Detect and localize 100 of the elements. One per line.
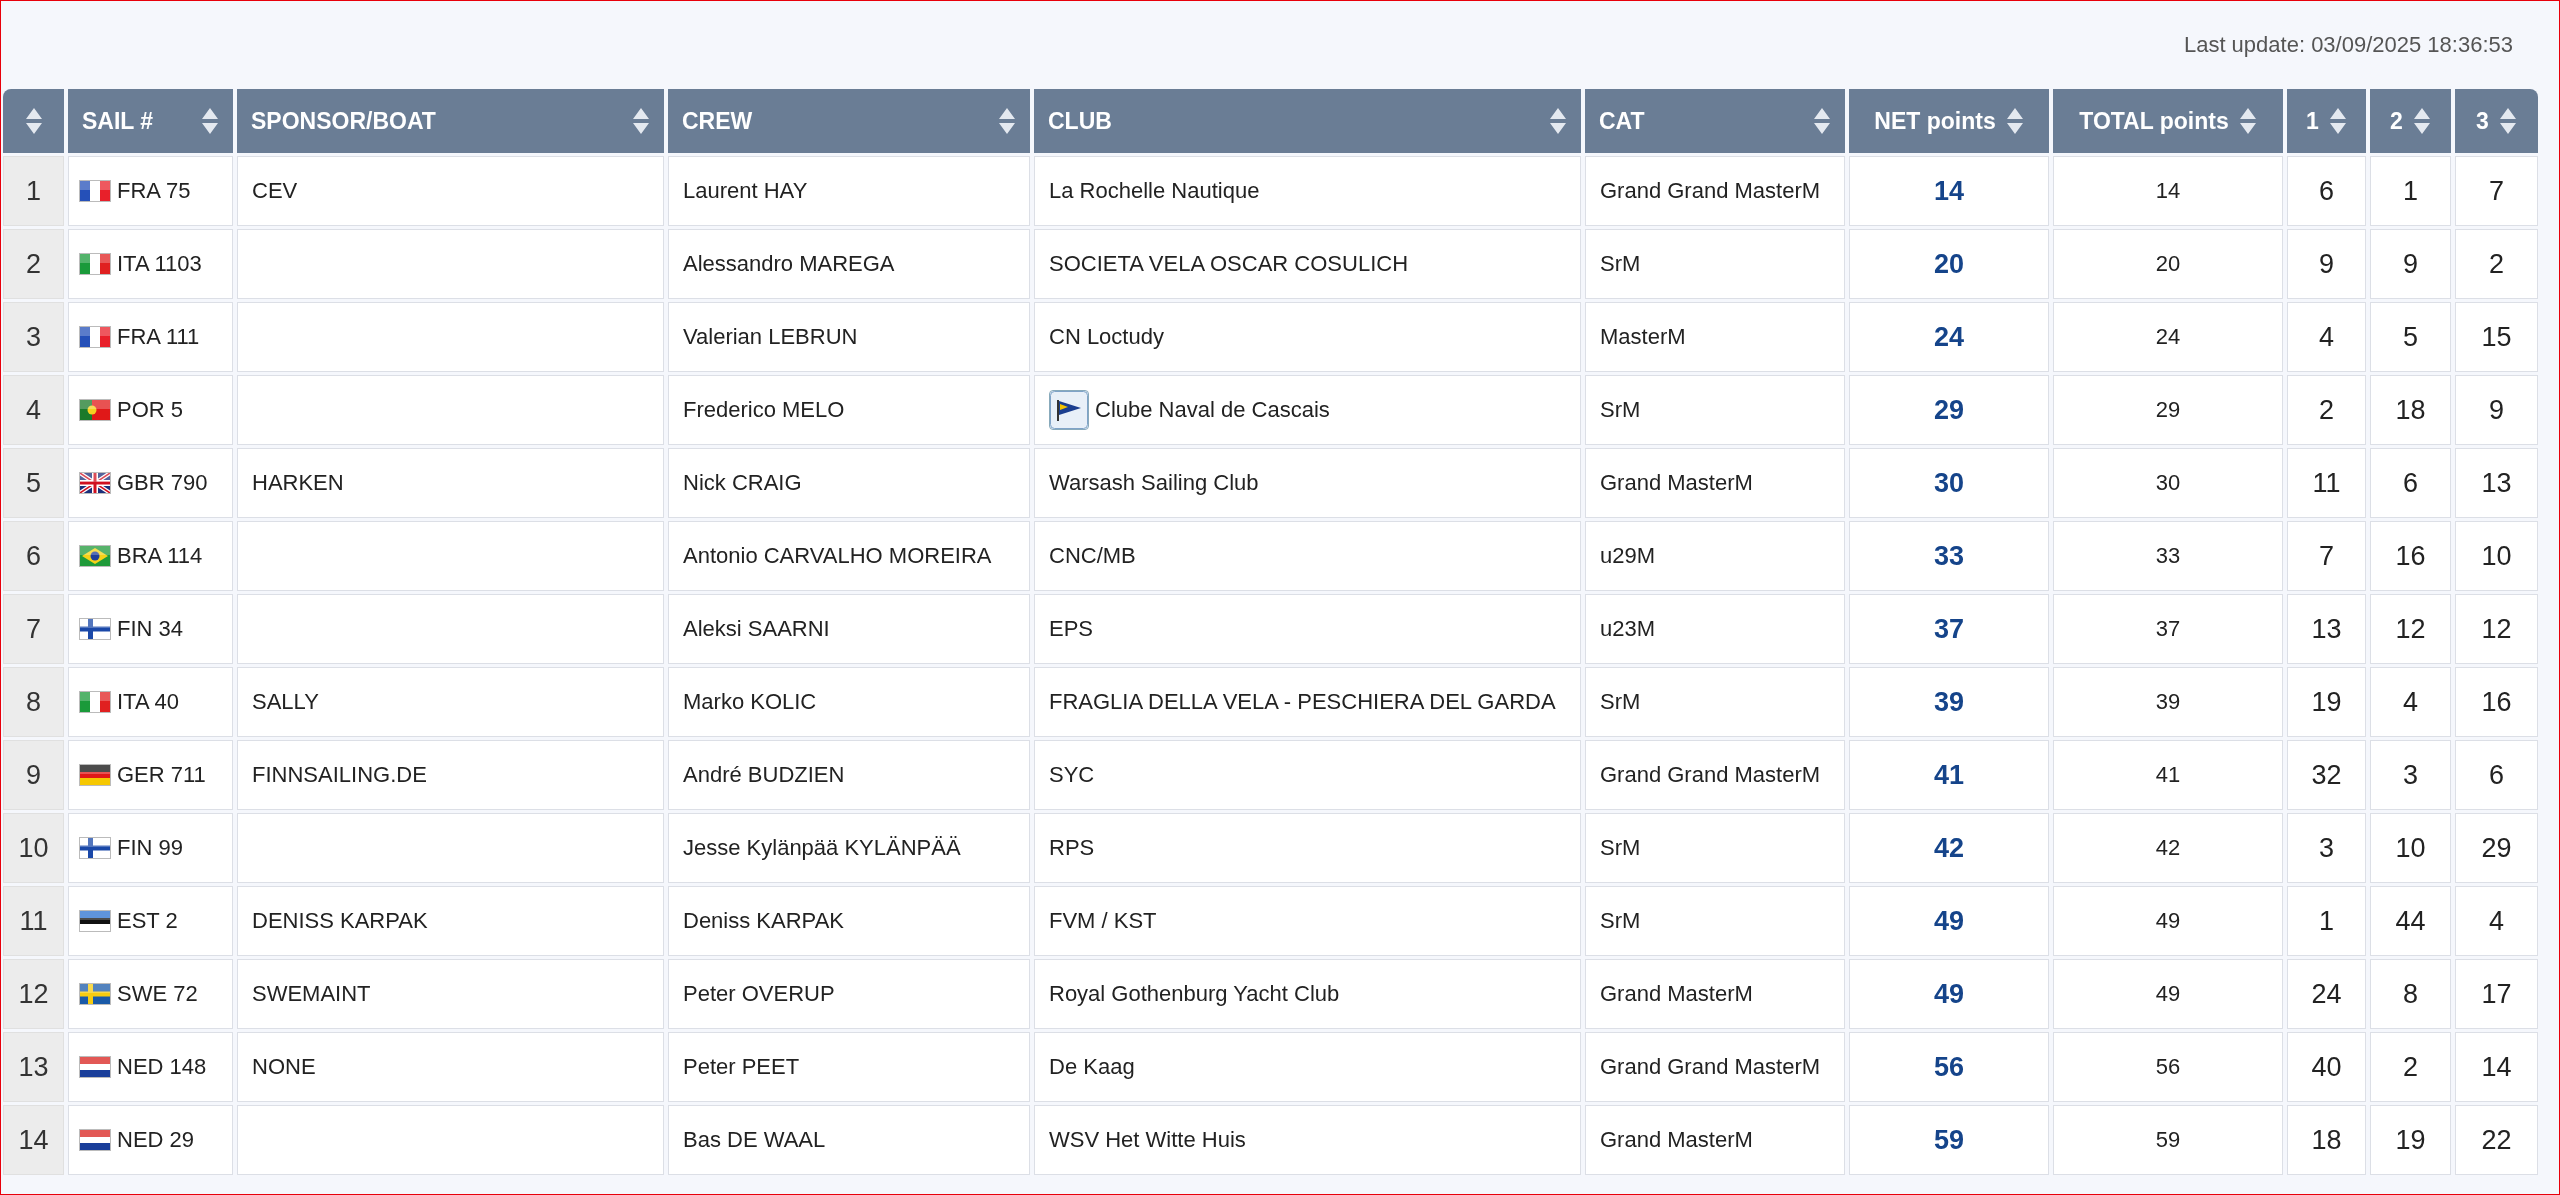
sort-icon[interactable] [998, 107, 1016, 135]
net-points-cell: 49 [1849, 959, 2049, 1029]
crew-cell: Bas DE WAAL [668, 1105, 1030, 1175]
race-score-cell: 2 [2370, 1032, 2451, 1102]
last-update-text: Last update: 03/09/2025 18:36:53 [2183, 32, 2513, 58]
column-header[interactable]: 2 [2370, 89, 2451, 153]
net-points-cell: 42 [1849, 813, 2049, 883]
rank-cell: 14 [3, 1105, 64, 1175]
race-score-cell: 2 [2455, 229, 2538, 299]
rank-cell: 3 [3, 302, 64, 372]
club-cell: EPS [1034, 594, 1581, 664]
column-header[interactable]: NET points [1849, 89, 2049, 153]
race-score-cell: 9 [2370, 229, 2451, 299]
crew-cell: Aleksi SAARNI [668, 594, 1030, 664]
race-score-cell: 4 [2287, 302, 2366, 372]
rank-cell: 13 [3, 1032, 64, 1102]
column-header[interactable]: SPONSOR/BOAT [237, 89, 664, 153]
total-points-cell: 42 [2053, 813, 2283, 883]
race-score-cell: 22 [2455, 1105, 2538, 1175]
total-points-cell: 20 [2053, 229, 2283, 299]
sail-number-cell: GER 711 [68, 740, 233, 810]
flag-icon [79, 545, 111, 567]
total-points-cell: 49 [2053, 959, 2283, 1029]
flag-icon [79, 618, 111, 640]
total-points-cell: 33 [2053, 521, 2283, 591]
sail-number-cell: EST 2 [68, 886, 233, 956]
column-header[interactable]: 1 [2287, 89, 2366, 153]
race-score-cell: 4 [2455, 886, 2538, 956]
race-score-cell: 12 [2455, 594, 2538, 664]
sail-number-cell: ITA 40 [68, 667, 233, 737]
flag-icon [79, 180, 111, 202]
category-cell: u23M [1585, 594, 1845, 664]
race-score-cell: 32 [2287, 740, 2366, 810]
race-score-cell: 6 [2455, 740, 2538, 810]
race-score-cell: 16 [2370, 521, 2451, 591]
race-score-cell: 1 [2287, 886, 2366, 956]
race-score-cell: 3 [2370, 740, 2451, 810]
sort-icon[interactable] [2328, 107, 2347, 135]
category-cell: Grand Grand MasterM [1585, 156, 1845, 226]
total-points-cell: 49 [2053, 886, 2283, 956]
sponsor-cell: CEV [237, 156, 664, 226]
rank-cell: 1 [3, 156, 64, 226]
net-points-cell: 24 [1849, 302, 2049, 372]
category-cell: Grand Grand MasterM [1585, 740, 1845, 810]
club-cell: CN Loctudy [1034, 302, 1581, 372]
category-cell: MasterM [1585, 302, 1845, 372]
race-score-cell: 29 [2455, 813, 2538, 883]
total-points-cell: 59 [2053, 1105, 2283, 1175]
sort-icon[interactable] [2238, 107, 2257, 135]
club-cell: Warsash Sailing Club [1034, 448, 1581, 518]
column-header[interactable]: CAT [1585, 89, 1845, 153]
race-score-cell: 3 [2287, 813, 2366, 883]
column-header[interactable]: SAIL # [68, 89, 233, 153]
club-cell: SOCIETA VELA OSCAR COSULICH [1034, 229, 1581, 299]
sort-icon[interactable] [632, 107, 650, 135]
sail-number-cell: GBR 790 [68, 448, 233, 518]
sort-icon[interactable] [1549, 107, 1567, 135]
race-score-cell: 4 [2370, 667, 2451, 737]
race-score-cell: 12 [2370, 594, 2451, 664]
column-header[interactable]: TOTAL points [2053, 89, 2283, 153]
sail-number-cell: NED 29 [68, 1105, 233, 1175]
crew-cell: André BUDZIEN [668, 740, 1030, 810]
flag-icon [79, 910, 111, 932]
column-header[interactable] [3, 89, 64, 153]
club-cell: CNC/MB [1034, 521, 1581, 591]
total-points-cell: 37 [2053, 594, 2283, 664]
sort-icon[interactable] [2412, 107, 2431, 135]
sponsor-cell: SWEMAINT [237, 959, 664, 1029]
sail-number-cell: FRA 75 [68, 156, 233, 226]
race-score-cell: 10 [2370, 813, 2451, 883]
category-cell: SrM [1585, 229, 1845, 299]
net-points-cell: 56 [1849, 1032, 2049, 1102]
sort-icon[interactable] [201, 107, 219, 135]
crew-cell: Nick CRAIG [668, 448, 1030, 518]
category-cell: SrM [1585, 667, 1845, 737]
sort-icon[interactable] [2498, 107, 2517, 135]
column-header[interactable]: 3 [2455, 89, 2538, 153]
sort-icon[interactable] [1813, 107, 1831, 135]
sail-number-cell: ITA 1103 [68, 229, 233, 299]
rank-cell: 2 [3, 229, 64, 299]
category-cell: Grand MasterM [1585, 1105, 1845, 1175]
race-score-cell: 6 [2370, 448, 2451, 518]
total-points-cell: 24 [2053, 302, 2283, 372]
race-score-cell: 19 [2287, 667, 2366, 737]
column-header[interactable]: CREW [668, 89, 1030, 153]
club-cell: WSV Het Witte Huis [1034, 1105, 1581, 1175]
race-score-cell: 13 [2287, 594, 2366, 664]
total-points-cell: 56 [2053, 1032, 2283, 1102]
sail-number-cell: FIN 99 [68, 813, 233, 883]
sort-icon[interactable] [24, 107, 43, 135]
column-header[interactable]: CLUB [1034, 89, 1581, 153]
club-cell: De Kaag [1034, 1032, 1581, 1102]
net-points-cell: 33 [1849, 521, 2049, 591]
sort-icon[interactable] [2005, 107, 2024, 135]
sail-number-cell: BRA 114 [68, 521, 233, 591]
race-score-cell: 18 [2287, 1105, 2366, 1175]
category-cell: SrM [1585, 375, 1845, 445]
net-points-cell: 30 [1849, 448, 2049, 518]
race-score-cell: 14 [2455, 1032, 2538, 1102]
rank-cell: 4 [3, 375, 64, 445]
